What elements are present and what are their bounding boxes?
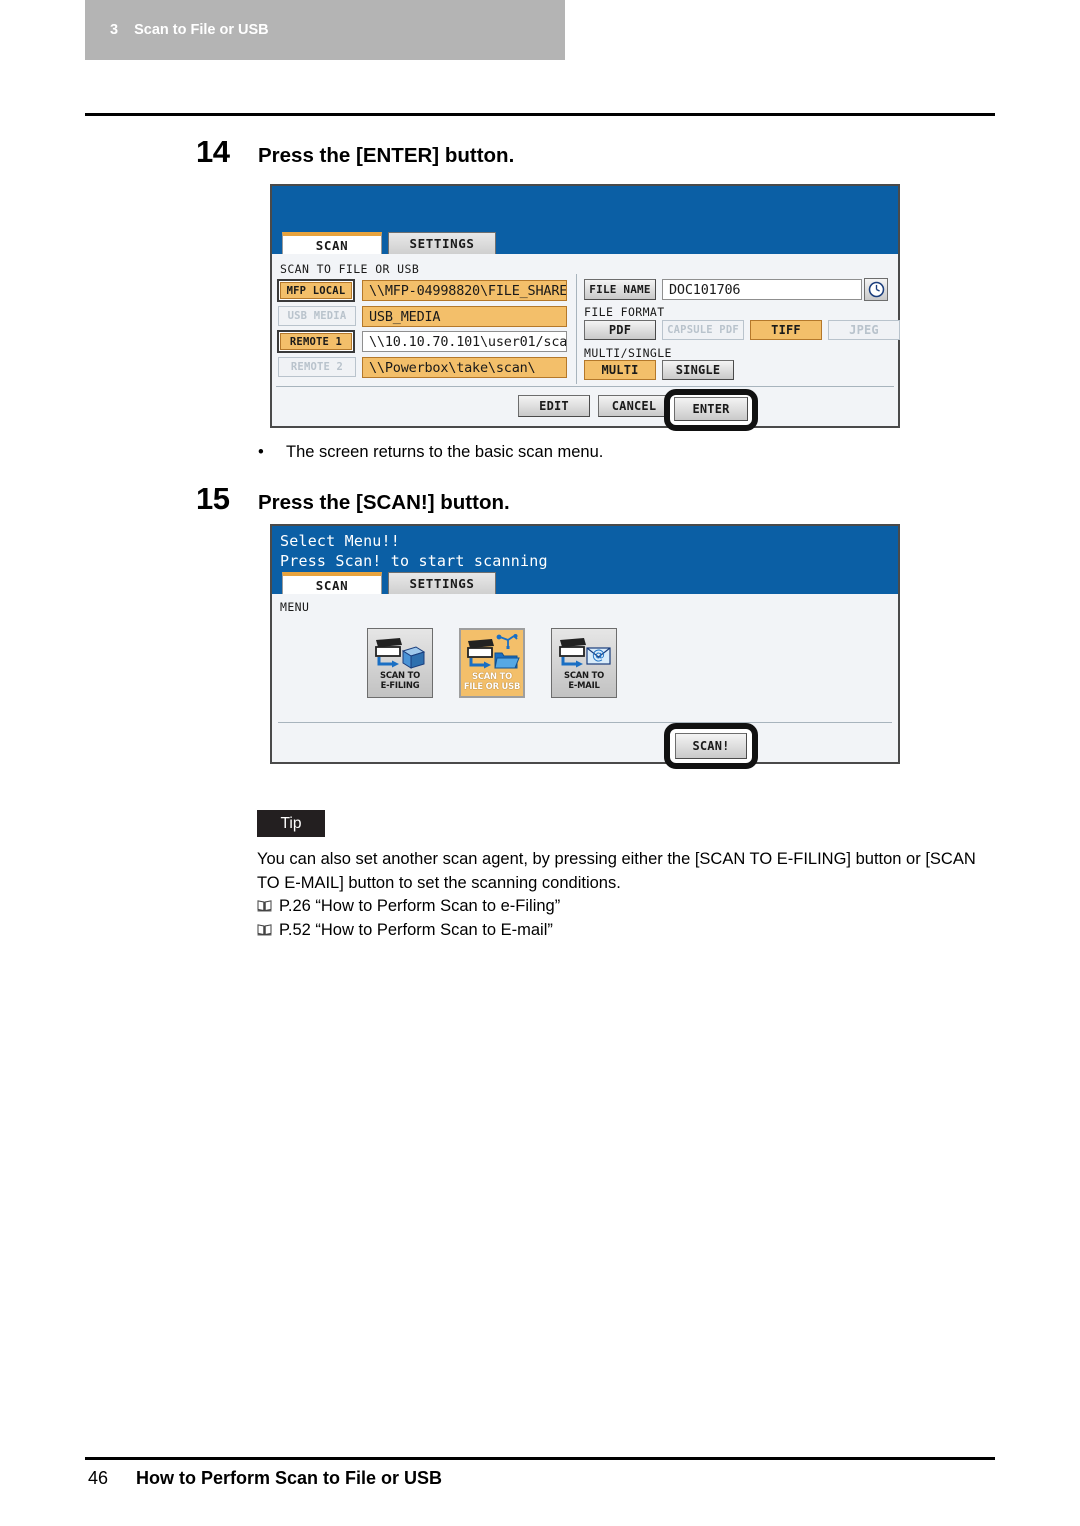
- button-format-capsule-pdf[interactable]: CAPSULE PDF: [662, 320, 744, 340]
- book-icon: [257, 923, 272, 935]
- step-15: 15 Press the [SCAN!] button.: [196, 481, 510, 517]
- menu-item-scan-to-email[interactable]: @ SCAN TO E-MAIL: [551, 628, 617, 698]
- tip-body: You can also set another scan agent, by …: [257, 848, 999, 942]
- scan-to-file-or-usb-icon: [467, 634, 520, 669]
- multi-single-label: MULTI/SINGLE: [584, 346, 672, 360]
- book-icon: [257, 900, 272, 912]
- chapter-number: 3: [110, 22, 119, 38]
- lcd2-message-line-1: Select Menu!!: [280, 532, 400, 550]
- lcd1-section-title: SCAN TO FILE OR USB: [280, 262, 420, 276]
- tip-reference-2[interactable]: P.52 “How to Perform Scan to E-mail”: [257, 919, 999, 943]
- lcd2-title-area: Select Menu!! Press Scan! to start scann…: [272, 526, 898, 594]
- lcd2-body: MENU SCAN TO E-FILING SCAN TO FILE OR US…: [272, 594, 898, 762]
- lcd2-tab-scan[interactable]: SCAN: [282, 572, 382, 594]
- button-format-jpeg[interactable]: JPEG: [828, 320, 900, 340]
- lcd2-menu-label: MENU: [280, 600, 310, 614]
- button-format-tiff[interactable]: TIFF: [750, 320, 822, 340]
- path-remote-2[interactable]: \\Powerbox\take\scan\: [362, 357, 567, 378]
- button-format-pdf[interactable]: PDF: [584, 320, 656, 340]
- step-14-note: • The screen returns to the basic scan m…: [258, 443, 603, 462]
- file-name-value[interactable]: DOC101706: [662, 279, 862, 300]
- lcd-screenshot-scan-to-file-or-usb: SCAN SETTINGS SCAN TO FILE OR USB MFP LO…: [270, 184, 900, 428]
- page-footer: 46 How to Perform Scan to File or USB: [88, 1468, 442, 1489]
- lcd1-tab-row: SCAN SETTINGS: [272, 230, 898, 254]
- button-cancel[interactable]: CANCEL: [598, 395, 670, 417]
- path-usb-media[interactable]: USB_MEDIA: [362, 306, 567, 327]
- lcd1-action-divider: [276, 386, 894, 387]
- button-multi[interactable]: MULTI: [584, 360, 656, 380]
- menu-item-efiling-label: SCAN TO E-FILING: [379, 670, 421, 690]
- menu-item-scan-to-file-or-usb[interactable]: SCAN TO FILE OR USB: [459, 628, 525, 698]
- tip-reference-2-text: P.52 “How to Perform Scan to E-mail”: [279, 920, 553, 939]
- step-14-text: Press the [ENTER] button.: [258, 144, 515, 167]
- tip-tag: Tip: [257, 810, 325, 837]
- footer-rule: [85, 1457, 995, 1460]
- step-15-number: 15: [196, 481, 230, 516]
- tip-paragraph: You can also set another scan agent, by …: [257, 850, 976, 892]
- lcd2-tab-row: SCAN SETTINGS: [272, 570, 898, 594]
- lcd1-tab-settings[interactable]: SETTINGS: [388, 232, 496, 254]
- lcd1-column-divider: [576, 274, 577, 384]
- footer-title: How to Perform Scan to File or USB: [136, 1468, 443, 1488]
- chapter-header-bar: 3 Scan to File or USB: [85, 0, 565, 60]
- lcd1-title-area: SCAN SETTINGS: [272, 186, 898, 254]
- scan-to-efiling-icon: [375, 638, 426, 669]
- button-scan[interactable]: SCAN!: [675, 733, 747, 759]
- lcd-screenshot-basic-scan-menu: Select Menu!! Press Scan! to start scann…: [270, 524, 900, 764]
- footer-page-number: 46: [88, 1468, 109, 1488]
- tip-reference-1[interactable]: P.26 “How to Perform Scan to e-Filing”: [257, 895, 999, 919]
- menu-item-email-label: SCAN TO E-MAIL: [563, 670, 605, 690]
- header-rule: [85, 113, 995, 116]
- clock-icon-button[interactable]: [864, 278, 888, 301]
- note-text: The screen returns to the basic scan men…: [286, 443, 604, 461]
- note-bullet: •: [258, 443, 264, 461]
- lcd2-action-divider: [278, 722, 892, 723]
- path-remote-1[interactable]: \\10.10.70.101\user01/scan: [362, 331, 567, 352]
- scan-to-email-icon: @: [559, 638, 611, 668]
- step-14: 14 Press the [ENTER] button.: [196, 134, 514, 170]
- lcd1-tab-scan[interactable]: SCAN: [282, 232, 382, 254]
- button-usb-media[interactable]: USB MEDIA: [278, 306, 356, 326]
- button-mfp-local[interactable]: MFP LOCAL: [280, 282, 352, 299]
- menu-item-scan-to-efiling[interactable]: SCAN TO E-FILING: [367, 628, 433, 698]
- clock-icon: [868, 281, 884, 298]
- button-remote-2[interactable]: REMOTE 2: [278, 357, 356, 377]
- tip-reference-1-text: P.26 “How to Perform Scan to e-Filing”: [279, 897, 561, 915]
- chapter-title: Scan to File or USB: [134, 22, 269, 38]
- svg-text:@: @: [592, 648, 605, 663]
- button-single[interactable]: SINGLE: [662, 360, 734, 380]
- path-mfp-local[interactable]: \\MFP-04998820\FILE_SHARE\: [362, 280, 567, 301]
- button-edit[interactable]: EDIT: [518, 395, 590, 417]
- button-enter[interactable]: ENTER: [674, 397, 748, 421]
- step-15-text: Press the [SCAN!] button.: [258, 491, 510, 514]
- file-format-label: FILE FORMAT: [584, 305, 665, 319]
- lcd1-body: SCAN TO FILE OR USB MFP LOCAL \\MFP-0499…: [272, 254, 900, 426]
- lcd2-tab-settings[interactable]: SETTINGS: [388, 572, 496, 594]
- menu-item-file-or-usb-label: SCAN TO FILE OR USB: [463, 671, 521, 691]
- button-remote-1[interactable]: REMOTE 1: [280, 333, 352, 350]
- step-14-number: 14: [196, 134, 230, 169]
- button-file-name[interactable]: FILE NAME: [584, 279, 656, 300]
- lcd2-message-line-2: Press Scan! to start scanning: [280, 552, 548, 570]
